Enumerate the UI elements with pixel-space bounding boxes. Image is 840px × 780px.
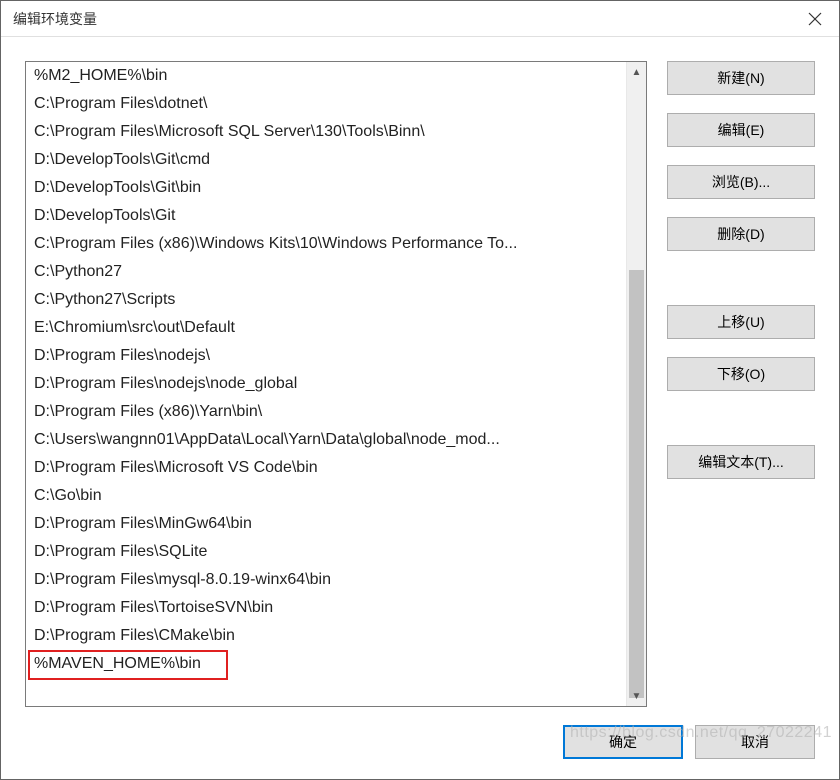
list-item[interactable]: D:\Program Files\nodejs\node_global — [26, 370, 626, 398]
browse-button[interactable]: 浏览(B)... — [667, 165, 815, 199]
list-item[interactable]: D:\Program Files\mysql-8.0.19-winx64\bin — [26, 566, 626, 594]
list-item[interactable]: D:\DevelopTools\Git\bin — [26, 174, 626, 202]
dialog-title: 编辑环境变量 — [13, 9, 791, 29]
new-button[interactable]: 新建(N) — [667, 61, 815, 95]
list-item[interactable]: C:\Python27\Scripts — [26, 286, 626, 314]
edit-env-var-dialog: 编辑环境变量 %M2_HOME%\binC:\Program Files\dot… — [0, 0, 840, 780]
cancel-button[interactable]: 取消 — [695, 725, 815, 759]
list-item[interactable]: D:\DevelopTools\Git\cmd — [26, 146, 626, 174]
list-item[interactable]: D:\DevelopTools\Git — [26, 202, 626, 230]
scroll-thumb[interactable] — [629, 270, 644, 698]
list-item[interactable]: D:\Program Files\TortoiseSVN\bin — [26, 594, 626, 622]
move-down-button[interactable]: 下移(O) — [667, 357, 815, 391]
list-item[interactable]: C:\Python27 — [26, 258, 626, 286]
path-listbox[interactable]: %M2_HOME%\binC:\Program Files\dotnet\C:\… — [25, 61, 647, 707]
delete-button[interactable]: 删除(D) — [667, 217, 815, 251]
list-item[interactable]: D:\Program Files\SQLite — [26, 538, 626, 566]
list-item[interactable]: C:\Users\wangnn01\AppData\Local\Yarn\Dat… — [26, 426, 626, 454]
list-item[interactable]: E:\Chromium\src\out\Default — [26, 314, 626, 342]
list-item[interactable]: C:\Program Files\Microsoft SQL Server\13… — [26, 118, 626, 146]
list-item[interactable]: %M2_HOME%\bin — [26, 62, 626, 90]
path-list-scroll: %M2_HOME%\binC:\Program Files\dotnet\C:\… — [26, 62, 626, 706]
side-button-panel: 新建(N) 编辑(E) 浏览(B)... 删除(D) 上移(U) 下移(O) 编… — [667, 61, 815, 707]
close-icon — [808, 12, 822, 26]
list-item[interactable]: D:\Program Files\nodejs\ — [26, 342, 626, 370]
scroll-down-icon[interactable]: ▼ — [627, 686, 646, 706]
move-up-button[interactable]: 上移(U) — [667, 305, 815, 339]
scrollbar[interactable]: ▲ ▼ — [626, 62, 646, 706]
list-item[interactable]: D:\Program Files (x86)\Yarn\bin\ — [26, 398, 626, 426]
edit-text-button[interactable]: 编辑文本(T)... — [667, 445, 815, 479]
edit-button[interactable]: 编辑(E) — [667, 113, 815, 147]
close-button[interactable] — [791, 1, 839, 37]
list-item[interactable]: D:\Program Files\CMake\bin — [26, 622, 626, 650]
list-item[interactable]: D:\Program Files\Microsoft VS Code\bin — [26, 454, 626, 482]
dialog-content: %M2_HOME%\binC:\Program Files\dotnet\C:\… — [1, 37, 839, 725]
titlebar: 编辑环境变量 — [1, 1, 839, 37]
list-item[interactable]: C:\Program Files (x86)\Windows Kits\10\W… — [26, 230, 626, 258]
list-item[interactable]: C:\Program Files\dotnet\ — [26, 90, 626, 118]
list-item[interactable]: C:\Go\bin — [26, 482, 626, 510]
scroll-up-icon[interactable]: ▲ — [627, 62, 646, 82]
list-item[interactable]: %MAVEN_HOME%\bin — [26, 650, 626, 678]
list-item[interactable]: D:\Program Files\MinGw64\bin — [26, 510, 626, 538]
dialog-footer: 确定 取消 — [1, 725, 839, 779]
ok-button[interactable]: 确定 — [563, 725, 683, 759]
